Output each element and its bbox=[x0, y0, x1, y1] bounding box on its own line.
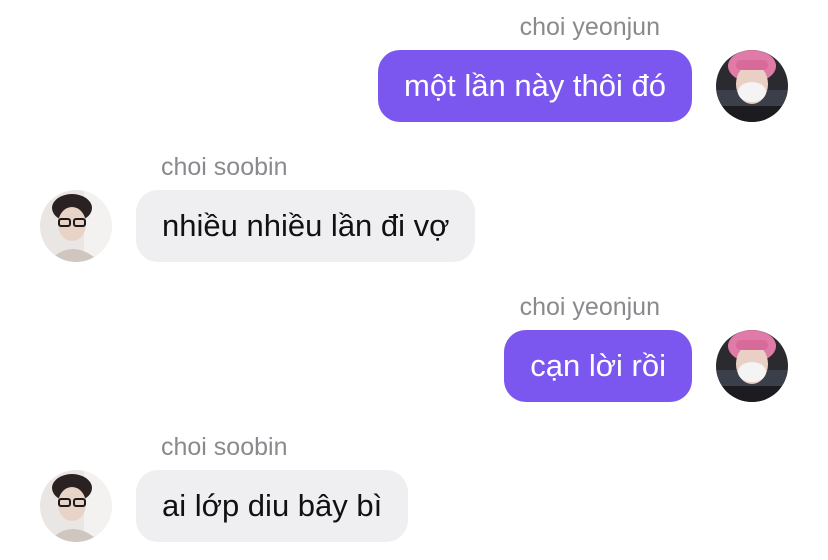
sender-name: choi soobin bbox=[161, 433, 288, 461]
chat-thread: choi yeonjun một lần này thôi đó choi so… bbox=[0, 0, 828, 560]
message-bubble[interactable]: nhiều nhiều lần đi vợ bbox=[136, 190, 476, 262]
message-bubble[interactable]: ai lớp diu bây bì bbox=[136, 470, 409, 542]
sender-name: choi yeonjun bbox=[519, 13, 660, 41]
avatar-yeonjun[interactable] bbox=[716, 50, 788, 122]
avatar-image bbox=[716, 50, 788, 122]
avatar-image bbox=[40, 190, 112, 262]
message-bubble[interactable]: cạn lời rồi bbox=[504, 330, 692, 402]
sender-name: choi yeonjun bbox=[519, 293, 660, 321]
avatar-image bbox=[40, 470, 112, 542]
sender-name: choi soobin bbox=[161, 153, 288, 181]
avatar-soobin[interactable] bbox=[40, 190, 112, 262]
avatar-image bbox=[716, 330, 788, 402]
avatar-soobin[interactable] bbox=[40, 470, 112, 542]
avatar-yeonjun[interactable] bbox=[716, 330, 788, 402]
message-bubble[interactable]: một lần này thôi đó bbox=[378, 50, 692, 122]
